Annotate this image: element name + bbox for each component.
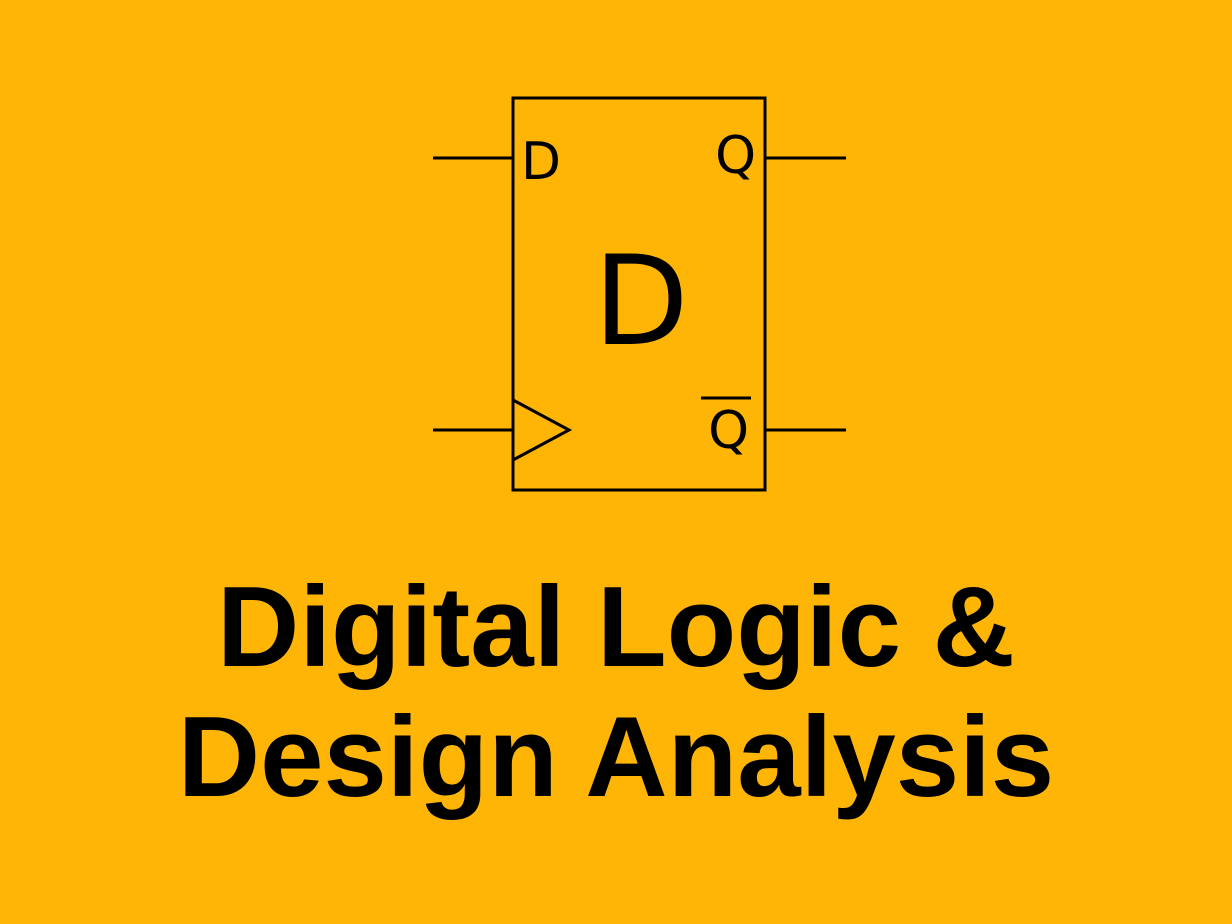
clock-triangle-marker <box>512 398 573 462</box>
q-bar-output-label: Q <box>708 401 749 461</box>
page-title-line-2: Design Analysis <box>177 694 1055 821</box>
page-title-line-1: Digital Logic & <box>217 564 1015 691</box>
q-output-label: Q <box>715 126 756 186</box>
flip-flop-type-label: D <box>593 230 688 374</box>
d-input-label: D <box>521 132 561 192</box>
